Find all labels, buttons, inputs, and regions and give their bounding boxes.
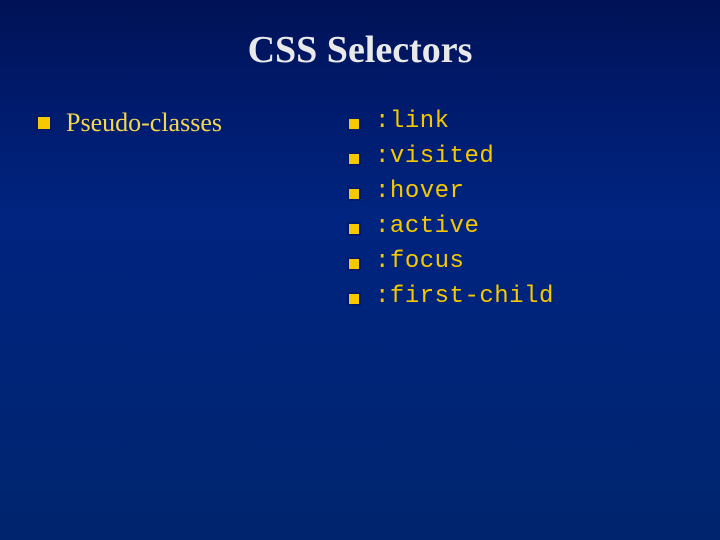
pseudo-class-label: :first-child bbox=[375, 283, 554, 310]
pseudo-class-label: :visited bbox=[375, 143, 494, 170]
list-item: :visited bbox=[347, 143, 684, 170]
list-item: :focus bbox=[347, 248, 684, 275]
pseudo-class-label: :link bbox=[375, 108, 450, 135]
bullet-icon bbox=[36, 115, 52, 131]
left-heading: Pseudo-classes bbox=[66, 108, 222, 138]
bullet-icon bbox=[347, 117, 361, 131]
bullet-icon bbox=[347, 187, 361, 201]
slide: CSS Selectors Pseudo-classes :link :visi… bbox=[0, 0, 720, 540]
list-item: :first-child bbox=[347, 283, 684, 310]
left-column: Pseudo-classes bbox=[36, 108, 347, 318]
bullet-icon bbox=[347, 257, 361, 271]
right-column: :link :visited :hover :active :focus :fi… bbox=[347, 108, 684, 318]
pseudo-class-label: :active bbox=[375, 213, 479, 240]
list-item: :link bbox=[347, 108, 684, 135]
content-columns: Pseudo-classes :link :visited :hover :ac… bbox=[36, 108, 684, 318]
slide-title: CSS Selectors bbox=[36, 28, 684, 72]
list-item: :active bbox=[347, 213, 684, 240]
left-bullet-item: Pseudo-classes bbox=[36, 108, 347, 138]
list-item: :hover bbox=[347, 178, 684, 205]
bullet-icon bbox=[347, 222, 361, 236]
bullet-icon bbox=[347, 292, 361, 306]
pseudo-class-label: :hover bbox=[375, 178, 464, 205]
pseudo-class-label: :focus bbox=[375, 248, 464, 275]
bullet-icon bbox=[347, 152, 361, 166]
